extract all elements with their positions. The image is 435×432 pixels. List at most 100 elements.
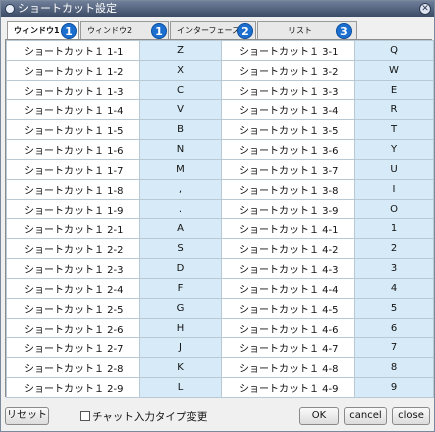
tab-window-2[interactable]: ウィンドウ2 1 [80, 21, 169, 40]
shortcut-name-cell: ショートカット１ 4-1 [221, 218, 355, 240]
shortcut-key-cell[interactable]: N [139, 139, 222, 160]
shortcut-name-cell: ショートカット１ 2-3 [6, 258, 140, 279]
shortcut-key-cell[interactable]: F [139, 277, 222, 299]
table-row: ショートカット１ 1-9. ショートカット１ 3-9 O [6, 198, 434, 220]
table-row: ショートカット１ 2-5 G ショートカット１ 4-5 5 [6, 297, 434, 319]
shortcut-key-cell[interactable]: O [354, 198, 434, 220]
shortcut-name-cell: ショートカット１ 1-9 [6, 198, 140, 220]
shortcut-name-cell: ショートカット１ 2-6 [6, 317, 140, 339]
tab-label: ウィンドウ2 [87, 26, 133, 35]
shortcut-name-cell: ショートカット１ 4-5 [221, 297, 355, 319]
shortcut-name-cell: ショートカット１ 3-4 [221, 99, 355, 121]
chat-type-label: チャット入力タイプ変更 [92, 411, 208, 423]
table-row: ショートカット１ 1-4 V ショートカット１ 3-4 R [6, 99, 434, 121]
cancel-button[interactable]: cancel [344, 407, 387, 425]
shortcut-key-cell[interactable]: , [139, 178, 222, 200]
close-button[interactable]: close [392, 407, 430, 425]
shortcut-key-cell[interactable]: 4 [354, 277, 434, 299]
table-row: ショートカット１ 2-9 L ショートカット１ 4-9 9 [6, 377, 434, 398]
shortcut-name-cell: ショートカット１ 1-6 [6, 139, 140, 160]
shortcut-key-cell[interactable]: 9 [354, 377, 434, 398]
shortcut-name-cell: ショートカット１ 4-8 [221, 357, 355, 379]
shortcut-key-cell[interactable]: 1 [354, 218, 434, 240]
shortcut-key-cell[interactable]: . [139, 198, 222, 220]
table-row: ショートカット１ 1-1 Z ショートカット１ 3-1 Q [6, 40, 434, 61]
shortcut-key-cell[interactable]: L [139, 377, 222, 398]
shortcut-name-cell: ショートカット１ 3-2 [221, 59, 355, 81]
table-row: ショートカット１ 2-1 A ショートカット１ 4-1 1 [6, 218, 434, 240]
table-row: ショートカット１ 1-5 B ショートカット１ 3-5 T [6, 119, 434, 141]
shortcut-key-cell[interactable]: V [139, 99, 222, 121]
shortcut-name-cell: ショートカット１ 3-9 [221, 198, 355, 220]
shortcut-key-cell[interactable]: Y [354, 139, 434, 160]
shortcut-name-cell: ショートカット１ 4-3 [221, 258, 355, 279]
shortcut-key-cell[interactable]: G [139, 297, 222, 319]
shortcut-key-cell[interactable]: J [139, 337, 222, 359]
shortcut-key-cell[interactable]: M [139, 158, 222, 180]
tab-label: インターフェース [177, 26, 241, 35]
shortcut-name-cell: ショートカット１ 4-7 [221, 337, 355, 359]
tab-window-1[interactable]: ウィンドウ1 1 [7, 21, 79, 41]
shortcut-key-cell[interactable]: Q [354, 40, 434, 61]
tab-label: ウィンドウ1 [14, 26, 60, 35]
shortcut-key-cell[interactable]: X [139, 59, 222, 81]
shortcut-name-cell: ショートカット１ 1-4 [6, 99, 140, 121]
shortcut-name-cell: ショートカット１ 4-6 [221, 317, 355, 339]
shortcut-name-cell: ショートカット１ 4-9 [221, 377, 355, 398]
shortcut-key-cell[interactable]: R [354, 99, 434, 121]
shortcut-name-cell: ショートカット１ 1-1 [6, 40, 140, 61]
ok-button[interactable]: OK [299, 407, 339, 425]
table-row: ショートカット１ 2-8 K ショートカット１ 4-8 8 [6, 357, 434, 379]
shortcut-name-cell: ショートカット１ 1-8 [6, 178, 140, 200]
shortcut-key-cell[interactable]: 7 [354, 337, 434, 359]
shortcut-settings-window: ショートカット設定 ✕ ウィンドウ1 1 ウィンドウ2 1 インターフェース 2… [0, 0, 435, 432]
shortcut-name-cell: ショートカット１ 2-8 [6, 357, 140, 379]
reset-button[interactable]: リセット [5, 407, 49, 425]
title-bar[interactable]: ショートカット設定 ✕ [1, 1, 434, 17]
shortcut-key-cell[interactable]: 5 [354, 297, 434, 319]
shortcut-name-cell: ショートカット１ 1-5 [6, 119, 140, 141]
shortcut-name-cell: ショートカット１ 2-2 [6, 238, 140, 260]
shortcut-key-cell[interactable]: C [139, 79, 222, 101]
shortcut-name-cell: ショートカット１ 3-6 [221, 139, 355, 160]
shortcut-key-cell[interactable]: T [354, 119, 434, 141]
table-row: ショートカット１ 2-6 H ショートカット１ 4-6 6 [6, 317, 434, 339]
table-row: ショートカット１ 1-3 C ショートカット１ 3-3 E [6, 79, 434, 101]
tab-list[interactable]: リスト 3 [257, 21, 357, 40]
shortcut-name-cell: ショートカット１ 2-5 [6, 297, 140, 319]
shortcut-key-cell[interactable]: 8 [354, 357, 434, 379]
table-row: ショートカット１ 1-6 N ショートカット１ 3-6 Y [6, 139, 434, 160]
shortcut-name-cell: ショートカット１ 3-7 [221, 158, 355, 180]
shortcut-key-cell[interactable]: A [139, 218, 222, 240]
shortcut-key-cell[interactable]: S [139, 238, 222, 260]
shortcut-key-cell[interactable]: B [139, 119, 222, 141]
shortcut-key-cell[interactable]: E [354, 79, 434, 101]
shortcut-key-cell[interactable]: U [354, 158, 434, 180]
shortcut-key-cell[interactable]: H [139, 317, 222, 339]
shortcut-name-cell: ショートカット１ 4-4 [221, 277, 355, 299]
table-row: ショートカット１ 2-4 F ショートカット１ 4-4 4 [6, 277, 434, 299]
tab-interface[interactable]: インターフェース 2 [170, 21, 256, 40]
shortcut-name-cell: ショートカット１ 3-5 [221, 119, 355, 141]
shortcut-key-cell[interactable]: W [354, 59, 434, 81]
shortcut-key-cell[interactable]: Z [139, 40, 222, 61]
shortcut-key-cell[interactable]: 3 [354, 258, 434, 279]
tab-badge: 2 [237, 23, 253, 39]
table-row: ショートカット１ 1-7 M ショートカット１ 3-7 U [6, 158, 434, 180]
shortcut-key-cell[interactable]: 6 [354, 317, 434, 339]
window-title: ショートカット設定 [18, 2, 117, 15]
tab-badge: 3 [336, 23, 352, 39]
shortcut-key-cell[interactable]: I [354, 178, 434, 200]
shortcut-name-cell: ショートカット１ 1-2 [6, 59, 140, 81]
tab-bar: ウィンドウ1 1 ウィンドウ2 1 インターフェース 2 リスト 3 [5, 21, 431, 41]
chat-type-checkbox[interactable] [80, 411, 90, 421]
shortcut-key-cell[interactable]: 2 [354, 238, 434, 260]
table-row: ショートカット１ 1-8, ショートカット１ 3-8 I [6, 178, 434, 200]
tab-label: リスト [288, 26, 312, 35]
shortcut-name-cell: ショートカット１ 1-7 [6, 158, 140, 180]
close-icon[interactable]: ✕ [419, 3, 431, 15]
shortcut-key-cell[interactable]: K [139, 357, 222, 379]
shortcut-name-cell: ショートカット１ 3-3 [221, 79, 355, 101]
tab-badge: 1 [151, 23, 167, 39]
shortcut-key-cell[interactable]: D [139, 258, 222, 279]
